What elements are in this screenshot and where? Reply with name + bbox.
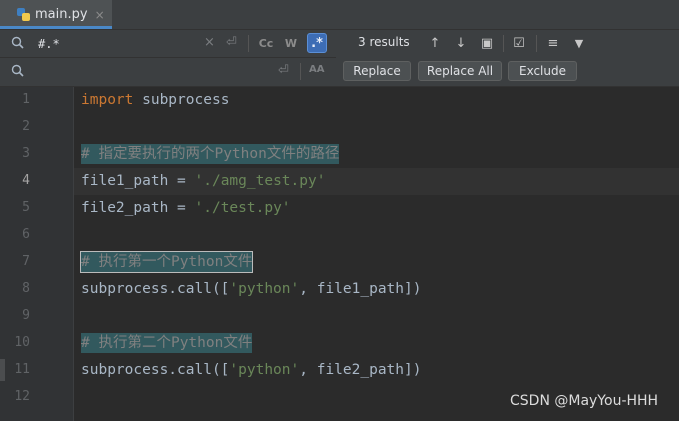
editor-tab-bar: main.py ×	[0, 0, 679, 30]
comment-match: # 执行第二个Python文件	[81, 333, 253, 353]
comment-match: # 指定要执行的两个Python文件的路径	[81, 144, 340, 164]
line-number: 5	[22, 200, 30, 215]
tab-main-py[interactable]: main.py ×	[0, 0, 112, 29]
gutter-marker	[0, 359, 5, 381]
new-line-icon[interactable]: ⏎	[226, 35, 237, 50]
multiline-icon[interactable]: ≡	[544, 33, 562, 53]
search-in-selection-icon[interactable]: ☑	[510, 33, 528, 53]
code-line-5[interactable]: file2_path = './test.py'	[81, 195, 291, 222]
python-file-icon	[17, 8, 30, 21]
code-text: , file1_path])	[299, 281, 422, 297]
line-number: 3	[22, 146, 30, 161]
divider	[503, 35, 504, 52]
comment-match-selected: # 执行第一个Python文件	[79, 251, 254, 273]
replace-new-line-icon[interactable]: ⏎	[278, 63, 289, 78]
string-literal: 'python'	[229, 362, 300, 378]
line-number: 6	[22, 227, 30, 242]
line-number: 1	[22, 92, 30, 107]
replace-all-button[interactable]: Replace All	[418, 61, 502, 81]
watermark: CSDN @MayYou-HHH	[510, 393, 659, 409]
divider	[248, 35, 249, 52]
next-occurrence-icon[interactable]: ↓	[452, 33, 470, 53]
match-case-toggle[interactable]: Cc	[257, 34, 275, 52]
replace-search-icon[interactable]	[11, 63, 25, 77]
replace-input[interactable]	[36, 62, 200, 82]
replace-row: ⏎ AA	[0, 58, 336, 85]
find-row: × ⏎ Cc W .*	[0, 30, 336, 58]
code-text: subprocess.call([	[81, 281, 230, 297]
regex-toggle[interactable]: .*	[307, 33, 327, 53]
divider	[300, 63, 301, 80]
code-line-3[interactable]: # 指定要执行的两个Python文件的路径	[81, 141, 340, 168]
code-line-10[interactable]: # 执行第二个Python文件	[81, 330, 253, 357]
code-line-11[interactable]: subprocess.call(['python', file2_path])	[81, 357, 421, 384]
line-number: 9	[22, 308, 30, 323]
results-count: 3 results	[358, 35, 410, 49]
whole-words-toggle[interactable]: W	[283, 34, 299, 52]
select-all-occurrences-icon[interactable]: ▣	[478, 33, 496, 53]
string-literal: './test.py'	[194, 200, 291, 216]
clear-search-icon[interactable]: ×	[204, 35, 215, 50]
code-line-4[interactable]: file1_path = './amg_test.py'	[81, 168, 325, 195]
code-line-7[interactable]: # 执行第一个Python文件	[79, 249, 254, 276]
string-literal: 'python'	[229, 281, 300, 297]
preserve-case-toggle[interactable]: AA	[309, 64, 324, 75]
find-replace-panel: × ⏎ Cc W .* ⏎ AA 3 results ↑ ↓ ▣ ☑ ≡ ▼ R…	[0, 30, 679, 87]
line-number: 7	[22, 254, 30, 269]
code-text: subprocess	[133, 92, 230, 108]
filter-icon[interactable]: ▼	[570, 33, 588, 53]
replace-button[interactable]: Replace	[343, 61, 411, 81]
search-input[interactable]	[36, 34, 200, 54]
search-icon[interactable]	[11, 35, 25, 49]
exclude-button[interactable]: Exclude	[508, 61, 577, 81]
string-literal: './amg_test.py'	[194, 173, 326, 189]
line-number: 12	[14, 389, 30, 404]
code-text: , file2_path])	[299, 362, 422, 378]
divider	[536, 35, 537, 52]
line-number-current: 4	[22, 173, 30, 188]
code-text: file2_path =	[81, 200, 195, 216]
close-tab-icon[interactable]: ×	[95, 8, 105, 22]
line-number-gutter[interactable]: 1 2 3 4 5 6 7 8 9 10 11 12	[0, 87, 74, 421]
code-line-1[interactable]: import subprocess	[81, 87, 229, 114]
code-text: file1_path =	[81, 173, 195, 189]
line-number: 2	[22, 119, 30, 134]
line-number: 8	[22, 281, 30, 296]
tab-label: main.py	[35, 7, 88, 22]
code-text: subprocess.call([	[81, 362, 230, 378]
code-line-8[interactable]: subprocess.call(['python', file1_path])	[81, 276, 421, 303]
line-number: 10	[14, 335, 30, 350]
previous-occurrence-icon[interactable]: ↑	[426, 33, 444, 53]
keyword: import	[81, 92, 134, 108]
code-editor[interactable]: 1 2 3 4 5 6 7 8 9 10 11 12 import subpro…	[0, 87, 679, 421]
